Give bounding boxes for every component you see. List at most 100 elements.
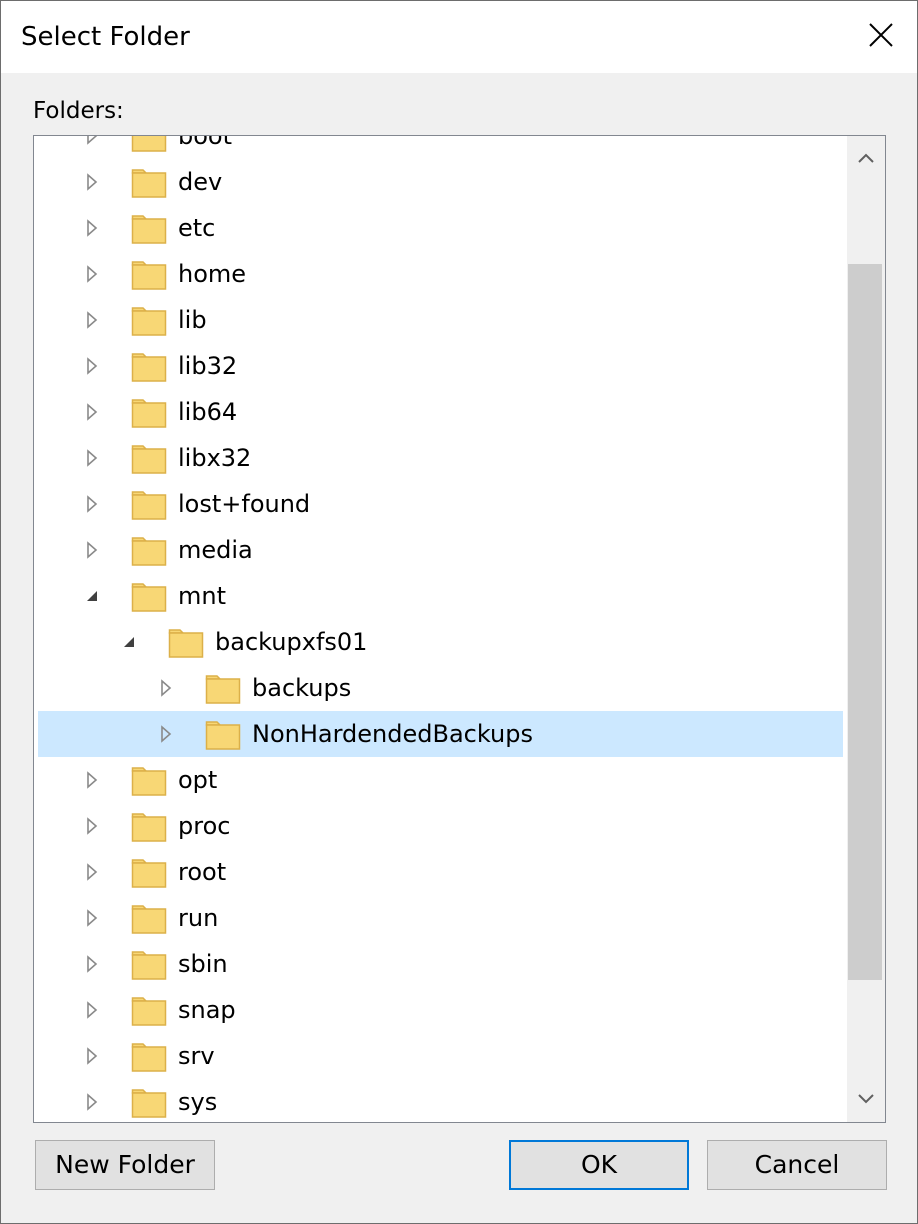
folders-label: Folders:: [33, 98, 124, 124]
tree-item-label: lib64: [178, 398, 238, 426]
tree-item[interactable]: lib: [34, 297, 846, 343]
select-folder-dialog: Select Folder Folders: boot dev etc home lib…: [0, 0, 918, 1224]
tree-item-label: backups: [252, 674, 352, 702]
collapsed-arrow-icon[interactable]: [84, 136, 100, 145]
dialog-title: Select Folder: [21, 22, 190, 52]
tree-item[interactable]: root: [34, 849, 846, 895]
tree-item[interactable]: sys: [34, 1079, 846, 1122]
tree-item[interactable]: mnt: [34, 573, 846, 619]
scroll-thumb[interactable]: [848, 264, 882, 980]
tree-item[interactable]: dev: [34, 159, 846, 205]
tree-item-label: proc: [178, 812, 231, 840]
tree-item[interactable]: NonHardendedBackups: [34, 711, 846, 757]
folder-icon: [205, 673, 241, 705]
vertical-scrollbar[interactable]: [847, 136, 885, 1122]
tree-item-label: lib32: [178, 352, 238, 380]
collapsed-arrow-icon[interactable]: [84, 265, 100, 283]
close-icon: [869, 23, 893, 47]
close-button[interactable]: [845, 1, 917, 73]
tree-item[interactable]: lib64: [34, 389, 846, 435]
folder-icon: [131, 581, 167, 613]
collapsed-arrow-icon[interactable]: [158, 725, 174, 743]
folder-icon: [131, 765, 167, 797]
collapsed-arrow-icon[interactable]: [84, 403, 100, 421]
folder-icon: [131, 995, 167, 1027]
tree-item-label: mnt: [178, 582, 226, 610]
folder-icon: [131, 305, 167, 337]
collapsed-arrow-icon[interactable]: [84, 219, 100, 237]
tree-item-label: opt: [178, 766, 218, 794]
scroll-up-button[interactable]: [847, 136, 885, 180]
collapsed-arrow-icon[interactable]: [84, 1047, 100, 1065]
tree-item[interactable]: proc: [34, 803, 846, 849]
folder-icon: [131, 397, 167, 429]
new-folder-button[interactable]: New Folder: [35, 1140, 215, 1190]
tree-item[interactable]: srv: [34, 1033, 846, 1079]
collapsed-arrow-icon[interactable]: [84, 541, 100, 559]
tree-item[interactable]: libx32: [34, 435, 846, 481]
collapsed-arrow-icon[interactable]: [84, 771, 100, 789]
folder-tree[interactable]: boot dev etc home lib lib32 lib64 libx32 lost+fo…: [33, 135, 886, 1123]
collapsed-arrow-icon[interactable]: [84, 495, 100, 513]
tree-item-label: run: [178, 904, 219, 932]
collapsed-arrow-icon[interactable]: [84, 449, 100, 467]
folder-tree-viewport: boot dev etc home lib lib32 lib64 libx32 lost+fo…: [34, 136, 846, 1122]
tree-item[interactable]: run: [34, 895, 846, 941]
folder-icon: [131, 443, 167, 475]
ok-button[interactable]: OK: [509, 1140, 689, 1190]
folder-icon: [131, 489, 167, 521]
tree-item[interactable]: snap: [34, 987, 846, 1033]
folder-tree-rows: boot dev etc home lib lib32 lib64 libx32 lost+fo…: [34, 136, 846, 1122]
tree-item-label: home: [178, 260, 247, 288]
tree-item[interactable]: home: [34, 251, 846, 297]
collapsed-arrow-icon[interactable]: [84, 311, 100, 329]
tree-item[interactable]: backupxfs01: [34, 619, 846, 665]
folder-icon: [131, 949, 167, 981]
scroll-down-button[interactable]: [847, 1078, 885, 1122]
folder-icon: [131, 213, 167, 245]
collapsed-arrow-icon[interactable]: [158, 679, 174, 697]
collapsed-arrow-icon[interactable]: [84, 909, 100, 927]
tree-item[interactable]: opt: [34, 757, 846, 803]
folder-icon: [131, 903, 167, 935]
tree-item[interactable]: lost+found: [34, 481, 846, 527]
tree-item[interactable]: boot: [34, 136, 846, 159]
collapsed-arrow-icon[interactable]: [84, 357, 100, 375]
cancel-button[interactable]: Cancel: [707, 1140, 887, 1190]
folder-icon: [131, 811, 167, 843]
tree-item-label: etc: [178, 214, 216, 242]
collapsed-arrow-icon[interactable]: [84, 1001, 100, 1019]
tree-item[interactable]: backups: [34, 665, 846, 711]
expanded-arrow-icon[interactable]: [121, 633, 137, 651]
tree-item-label: dev: [178, 168, 223, 196]
folder-icon: [131, 1087, 167, 1119]
chevron-down-icon: [858, 1094, 874, 1104]
folder-icon: [131, 1041, 167, 1073]
collapsed-arrow-icon[interactable]: [84, 955, 100, 973]
tree-item[interactable]: lib32: [34, 343, 846, 389]
collapsed-arrow-icon[interactable]: [84, 817, 100, 835]
tree-item-label: lost+found: [178, 490, 311, 518]
chevron-up-icon: [858, 153, 874, 163]
folder-icon: [205, 719, 241, 751]
folder-icon: [131, 259, 167, 291]
collapsed-arrow-icon[interactable]: [84, 1093, 100, 1111]
collapsed-arrow-icon[interactable]: [84, 863, 100, 881]
tree-item[interactable]: etc: [34, 205, 846, 251]
folder-icon: [168, 627, 204, 659]
folder-icon: [131, 535, 167, 567]
tree-item[interactable]: sbin: [34, 941, 846, 987]
tree-item[interactable]: media: [34, 527, 846, 573]
collapsed-arrow-icon[interactable]: [84, 173, 100, 191]
tree-item-label: root: [178, 858, 227, 886]
tree-item-label: srv: [178, 1042, 215, 1070]
tree-item-label: backupxfs01: [215, 628, 368, 656]
title-bar: Select Folder: [1, 1, 917, 73]
folder-icon: [131, 167, 167, 199]
expanded-arrow-icon[interactable]: [84, 587, 100, 605]
tree-item-label: boot: [178, 136, 233, 150]
folder-icon: [131, 136, 167, 153]
tree-item-label: sbin: [178, 950, 228, 978]
folder-icon: [131, 857, 167, 889]
tree-item-label: sys: [178, 1088, 218, 1116]
